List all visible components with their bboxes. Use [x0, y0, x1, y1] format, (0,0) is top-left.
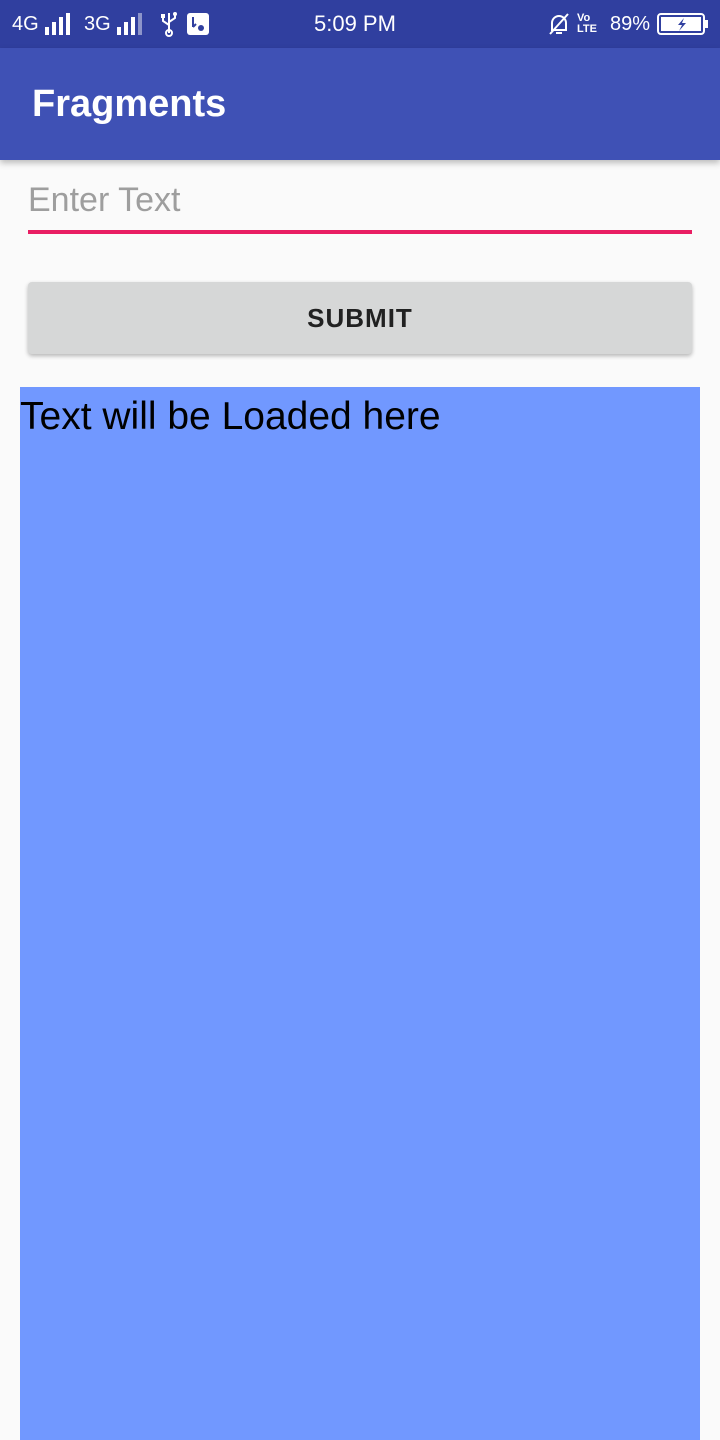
notification-icon: [187, 0, 209, 48]
signal-icon: [116, 13, 142, 35]
text-input-container: [28, 178, 692, 238]
text-input[interactable]: [28, 178, 692, 234]
clock: 5:09 PM: [314, 0, 396, 48]
battery-charging-icon: [657, 0, 709, 48]
app-bar: Fragments: [0, 48, 720, 160]
battery-label: 89%: [610, 12, 651, 35]
status-bar: 4G 3G 5:09 PM Vo LTE 89%: [0, 0, 720, 48]
clock-time: 5:09 PM: [314, 11, 396, 36]
fragment-container: Text will be Loaded here: [20, 387, 700, 1440]
alarm-off-icon: [548, 0, 570, 48]
app-title: Fragments: [32, 82, 227, 125]
fragment-text: Text will be Loaded here: [20, 395, 441, 438]
usb-icon: [160, 0, 178, 48]
battery-percentage: 89%: [610, 0, 650, 48]
submit-button[interactable]: SUBMIT: [28, 282, 692, 354]
network-4g-label: 4G: [12, 12, 39, 35]
signal-icon: [44, 13, 70, 35]
network-3g-label: 3G: [84, 12, 111, 35]
volte-label: Vo LTE: [577, 12, 597, 35]
network-4g: 4G: [12, 0, 70, 48]
network-3g: 3G: [84, 0, 142, 48]
volte-indicator: Vo LTE: [577, 0, 601, 48]
